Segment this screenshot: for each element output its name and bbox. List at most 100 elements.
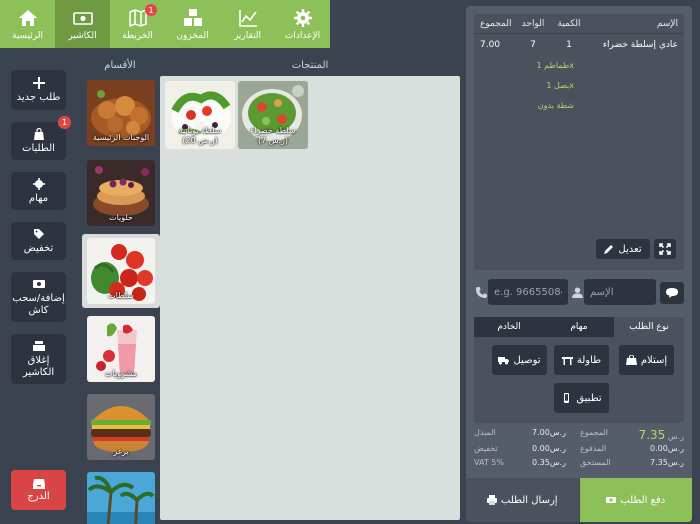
cash-in-out-button[interactable]: إضافة/سحب كاش bbox=[11, 272, 66, 322]
order-row[interactable]: 7.00 7 1 عادي إسلطة خضراء bbox=[474, 34, 684, 56]
order-panel: المجموع الواحد الكمية الإسم 7.00 7 1 عاد… bbox=[466, 6, 692, 522]
delivery-label: توصيل bbox=[513, 354, 541, 366]
register-icon bbox=[32, 340, 45, 351]
nav-label: التقارير bbox=[233, 30, 262, 41]
table-button[interactable]: طاولة bbox=[554, 345, 609, 375]
bag-icon bbox=[33, 127, 44, 140]
orders-badge: 1 bbox=[58, 116, 71, 129]
product-greek-salad[interactable]: سلطة يونانية (ر.س 20) bbox=[165, 81, 235, 149]
grand-currency: ر.س bbox=[667, 432, 684, 441]
paid-label: المدفوع bbox=[580, 444, 607, 453]
totals-row-3: VAT 5% ر.س0.35 المستحق ر.س7.35 bbox=[474, 458, 684, 467]
nav-inventory[interactable]: المخزون bbox=[165, 0, 220, 48]
send-order-button[interactable]: إرسال الطلب bbox=[466, 478, 580, 522]
orders-button[interactable]: الطلبات 1 bbox=[11, 116, 71, 160]
plus-icon bbox=[32, 76, 45, 89]
expand-icon bbox=[659, 243, 671, 255]
top-navigation: الرئيسية الكاشير الخريطة 1 المخزون التقا… bbox=[0, 0, 330, 48]
vat-label: VAT 5% bbox=[474, 458, 504, 467]
pickup-button[interactable]: إستلام bbox=[619, 345, 674, 375]
category-main-dishes[interactable]: الوجبات الرئيسية bbox=[87, 80, 155, 146]
new-order-label: طلب جديد bbox=[16, 91, 61, 103]
chart-icon bbox=[238, 8, 258, 28]
category-label: حلويات bbox=[109, 213, 133, 222]
row-qty: 1 bbox=[566, 40, 572, 50]
header-total: المجموع bbox=[480, 18, 512, 29]
category-drinks[interactable]: مشروبات bbox=[87, 316, 155, 382]
vat-value: ر.س0.35 bbox=[532, 458, 566, 467]
drawer-icon bbox=[32, 478, 45, 489]
name-input[interactable] bbox=[584, 286, 656, 298]
bag-icon bbox=[625, 355, 637, 365]
order-options: الخادم مهام نوع الطلب إستلام طاولة توصيل… bbox=[474, 317, 684, 423]
category-item[interactable] bbox=[87, 472, 155, 524]
mobile-icon bbox=[564, 393, 570, 403]
nav-label: الخريطة bbox=[122, 30, 153, 41]
row-total: 7.00 bbox=[480, 40, 501, 50]
category-desserts[interactable]: حلويات bbox=[87, 160, 155, 226]
category-label: مشروبات bbox=[105, 369, 137, 378]
products-grid: سلطة خضراء (ر.س 7) سلطة يونانية (ر.س 20) bbox=[160, 76, 460, 520]
gear-icon bbox=[293, 8, 313, 28]
order-modifier: بصل 1x bbox=[546, 81, 574, 90]
product-price: (ر.س 7) bbox=[257, 136, 289, 145]
nav-reports[interactable]: التقارير bbox=[220, 0, 275, 48]
product-name: سلطة خضراء bbox=[250, 126, 296, 135]
comment-icon bbox=[666, 288, 678, 298]
due-value: ر.س7.35 bbox=[650, 458, 684, 467]
gear-icon bbox=[32, 177, 45, 190]
product-name: سلطة يونانية bbox=[178, 126, 222, 135]
nav-map[interactable]: الخريطة 1 bbox=[110, 0, 165, 48]
action-sidebar: طلب جديد الطلبات 1 مهام تخفيض إضافة/سحب … bbox=[0, 60, 80, 524]
print-icon bbox=[486, 495, 497, 505]
due-label: المستحق bbox=[580, 458, 611, 467]
category-label: برغر bbox=[113, 447, 129, 456]
edit-button[interactable]: تعديل bbox=[596, 239, 650, 259]
expand-button[interactable] bbox=[654, 239, 676, 259]
money-icon bbox=[606, 497, 617, 503]
category-label: الوجبات الرئيسية bbox=[92, 133, 150, 142]
pickup-label: إستلام bbox=[640, 354, 668, 366]
drawer-button[interactable]: الدرج bbox=[11, 470, 66, 510]
tab-server[interactable]: الخادم bbox=[474, 317, 544, 337]
discount-button[interactable]: تخفيض bbox=[11, 222, 66, 260]
name-field[interactable] bbox=[584, 279, 656, 305]
drawer-label: الدرج bbox=[27, 490, 50, 502]
header-name: الإسم bbox=[656, 18, 678, 29]
table-icon bbox=[561, 357, 573, 365]
close-cashier-label: إغلاق الكاشير bbox=[22, 354, 55, 378]
tab-tasks[interactable]: مهام bbox=[544, 317, 614, 337]
totals-row-1: المبدل ر.س7.00 المجموع ر.س 7.35 bbox=[474, 428, 684, 442]
pay-order-button[interactable]: دفع الطلب bbox=[579, 478, 692, 522]
phone-input[interactable] bbox=[488, 286, 568, 298]
tab-order-type[interactable]: نوع الطلب bbox=[614, 317, 684, 337]
nav-label: الإعدادات bbox=[284, 30, 321, 41]
cash-icon bbox=[72, 8, 93, 28]
app-label: تطبيق bbox=[576, 392, 602, 404]
category-burger[interactable]: برغر bbox=[87, 394, 155, 460]
user-icon bbox=[570, 285, 584, 299]
paid-value: ر.س0.00 bbox=[650, 444, 684, 453]
note-button[interactable] bbox=[660, 282, 684, 304]
new-order-button[interactable]: طلب جديد bbox=[11, 70, 66, 110]
product-label: سلطة يونانية (ر.س 20) bbox=[165, 126, 235, 146]
nav-settings[interactable]: الإعدادات bbox=[275, 0, 330, 48]
money-icon bbox=[32, 279, 45, 288]
app-button[interactable]: تطبيق bbox=[554, 383, 609, 413]
phone-field[interactable] bbox=[488, 279, 568, 305]
close-cashier-button[interactable]: إغلاق الكاشير bbox=[11, 334, 66, 384]
row-unit: 7 bbox=[530, 40, 536, 50]
tasks-button[interactable]: مهام bbox=[11, 172, 66, 210]
category-salads[interactable]: سلطات bbox=[82, 234, 160, 308]
nav-cashier[interactable]: الكاشير bbox=[55, 0, 110, 48]
home-icon bbox=[18, 8, 38, 28]
action-bar: إرسال الطلب دفع الطلب bbox=[466, 478, 692, 522]
header-qty: الكمية bbox=[557, 18, 581, 29]
product-price: (ر.س 20) bbox=[182, 136, 218, 145]
nav-home[interactable]: الرئيسية bbox=[0, 0, 55, 48]
category-label: سلطات bbox=[108, 291, 134, 300]
delivery-button[interactable]: توصيل bbox=[492, 345, 547, 375]
truck-icon bbox=[498, 357, 510, 365]
row-name: عادي إسلطة خضراء bbox=[602, 40, 678, 50]
product-green-salad[interactable]: سلطة خضراء (ر.س 7) bbox=[238, 81, 308, 149]
